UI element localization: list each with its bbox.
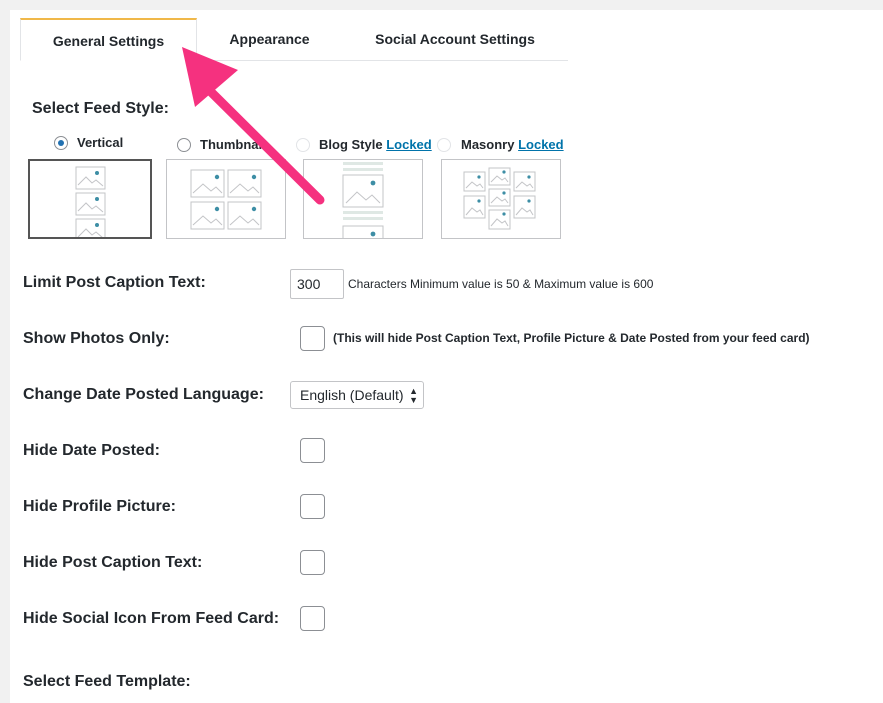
- tab-general-settings[interactable]: General Settings: [20, 18, 197, 61]
- vertical-style-preview[interactable]: [28, 159, 152, 239]
- hide-date-checkbox[interactable]: [300, 438, 325, 463]
- feed-template-heading: Select Feed Template:: [23, 673, 191, 690]
- hide-date-label: Hide Date Posted:: [23, 442, 160, 459]
- show-photos-hint: (This will hide Post Caption Text, Profi…: [333, 331, 810, 345]
- masonry-label: Masonry Locked: [461, 137, 564, 152]
- settings-tabs: General Settings Appearance Social Accou…: [20, 18, 568, 61]
- hide-caption-label: Hide Post Caption Text:: [23, 554, 203, 571]
- masonry-locked-link[interactable]: Locked: [518, 137, 564, 152]
- hide-social-label: Hide Social Icon From Feed Card:: [23, 610, 280, 627]
- thumbnail-label: Thumbnail: [200, 137, 266, 152]
- hide-profile-label: Hide Profile Picture:: [23, 498, 176, 515]
- tab-appearance[interactable]: Appearance: [202, 18, 337, 60]
- select-feed-style-heading: Select Feed Style:: [32, 100, 169, 117]
- blog-style-label: Blog Style Locked: [319, 137, 432, 152]
- date-language-label: Change Date Posted Language:: [23, 386, 264, 403]
- hide-caption-checkbox[interactable]: [300, 550, 325, 575]
- masonry-text: Masonry: [461, 137, 515, 152]
- blog-style-locked-link[interactable]: Locked: [386, 137, 432, 152]
- date-language-select[interactable]: English (Default) ▲ ▼: [290, 381, 424, 409]
- masonry-radio: [437, 138, 451, 152]
- masonry-layout-icon: [463, 167, 536, 230]
- limit-caption-label: Limit Post Caption Text:: [23, 274, 206, 291]
- vertical-layout-icon: [75, 166, 106, 237]
- blog-style-text: Blog Style: [319, 137, 383, 152]
- thumbnail-style-preview[interactable]: [166, 159, 286, 239]
- vertical-radio[interactable]: [54, 136, 68, 150]
- date-language-value: English (Default): [300, 387, 404, 403]
- caption-limit-hint: Characters Minimum value is 50 & Maximum…: [348, 277, 654, 291]
- thumbnail-layout-icon: [190, 169, 262, 230]
- hide-social-checkbox[interactable]: [300, 606, 325, 631]
- blog-style-radio: [296, 138, 310, 152]
- blog-style-preview: [303, 159, 423, 239]
- show-photos-checkbox[interactable]: [300, 326, 325, 351]
- hide-profile-checkbox[interactable]: [300, 494, 325, 519]
- masonry-style-preview: [441, 159, 561, 239]
- caption-limit-input[interactable]: [290, 269, 344, 299]
- vertical-label: Vertical: [77, 135, 124, 150]
- show-photos-label: Show Photos Only:: [23, 330, 170, 347]
- select-arrows-icon: ▲ ▼: [409, 386, 418, 405]
- thumbnail-radio[interactable]: [177, 138, 191, 152]
- tab-social-account-settings[interactable]: Social Account Settings: [350, 18, 560, 60]
- blog-layout-icon: [342, 162, 384, 238]
